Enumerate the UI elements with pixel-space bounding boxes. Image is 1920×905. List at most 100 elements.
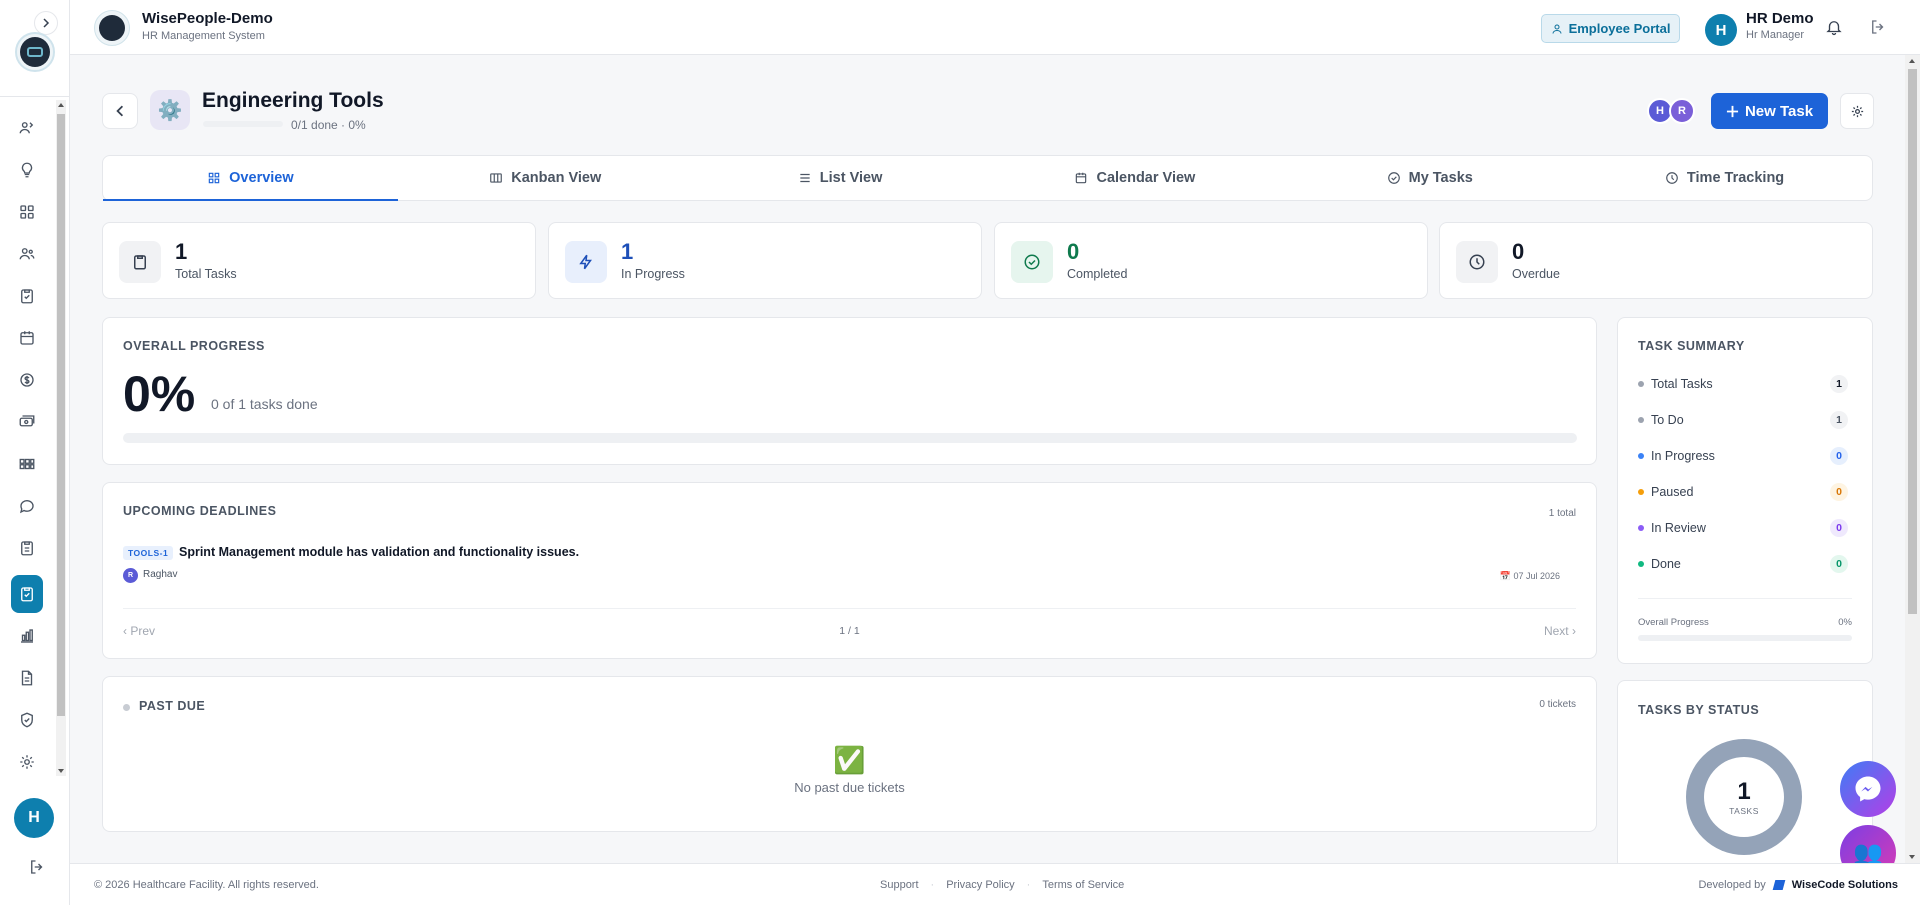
brand-logo[interactable] <box>94 10 130 46</box>
footer-copyright: © 2026 Healthcare Facility. All rights r… <box>94 879 319 891</box>
lightning-icon <box>565 241 607 283</box>
sidebar-item-ideas[interactable] <box>14 157 40 183</box>
sidebar-item-tasks[interactable] <box>11 575 43 613</box>
summary-label: Done <box>1651 557 1681 571</box>
footer-link-terms[interactable]: Terms of Service <box>1042 879 1124 891</box>
clipboard-icon <box>21 541 33 556</box>
tab-my-tasks[interactable]: My Tasks <box>1282 156 1577 200</box>
sidebar-item-analytics[interactable] <box>14 623 40 649</box>
user-name[interactable]: HR Demo <box>1746 10 1814 27</box>
sidebar-item-organization[interactable] <box>14 451 40 477</box>
task-summary-card: TASK SUMMARY Total Tasks 1 To Do 1 In Pr… <box>1617 317 1873 664</box>
sidebar-item-attendance[interactable] <box>14 283 40 309</box>
donut-total: 1 <box>1737 778 1751 805</box>
status-dot <box>1638 561 1644 567</box>
tab-calendar-view[interactable]: Calendar View <box>987 156 1282 200</box>
sidebar-logo[interactable] <box>15 32 55 72</box>
settings-icon <box>20 755 34 769</box>
tab-label: Overview <box>229 170 294 186</box>
upcoming-deadlines-card: UPCOMING DEADLINES 1 total TOOLS-1 Sprin… <box>102 482 1597 659</box>
sidebar-item-reports[interactable] <box>14 535 40 561</box>
sidebar-item-documents[interactable] <box>14 665 40 691</box>
tab-label: List View <box>819 170 883 186</box>
summary-progress-value: 0% <box>1838 617 1852 628</box>
project-settings-button[interactable] <box>1840 93 1874 129</box>
tab-label: Calendar View <box>1096 170 1196 186</box>
status-dot <box>1638 381 1644 387</box>
tab-label: Time Tracking <box>1686 170 1785 186</box>
sidebar: H <box>0 0 70 905</box>
sidebar-item-dashboard[interactable] <box>14 199 40 225</box>
stat-card-completed: 0 Completed <box>994 222 1428 299</box>
list-icon <box>800 173 810 183</box>
status-dot <box>1638 489 1644 495</box>
tab-time-tracking[interactable]: Time Tracking <box>1577 156 1872 200</box>
summary-row: Total Tasks 1 <box>1638 373 1848 395</box>
chevron-left-icon <box>116 105 124 117</box>
overall-progress-bar <box>123 433 1577 443</box>
pagination-next-button[interactable]: Next › <box>1544 624 1576 638</box>
sidebar-logout-button[interactable] <box>28 858 48 878</box>
sidebar-item-calendar[interactable] <box>14 325 40 351</box>
summary-count: 0 <box>1830 447 1848 465</box>
main-scrollbar[interactable] <box>1905 55 1920 863</box>
overall-progress-card: OVERALL PROGRESS 0% 0 of 1 tasks done <box>102 317 1597 465</box>
tab-label: My Tasks <box>1408 170 1473 186</box>
stat-value: 1 <box>621 239 634 264</box>
settings-icon <box>1851 105 1863 117</box>
sign-out-button[interactable] <box>1869 18 1887 36</box>
sidebar-item-employees[interactable] <box>14 241 40 267</box>
project-progress-bar <box>203 121 283 127</box>
footer-link-privacy[interactable]: Privacy Policy <box>946 879 1014 891</box>
tab-kanban-view[interactable]: Kanban View <box>398 156 693 200</box>
new-task-button[interactable]: New Task <box>1711 93 1828 129</box>
footer-link-support[interactable]: Support <box>880 879 919 891</box>
back-button[interactable] <box>102 93 138 129</box>
kanban-icon <box>490 173 503 183</box>
shield-icon <box>21 712 33 728</box>
user-avatar[interactable]: H <box>1705 14 1737 46</box>
stat-card-overdue: 0 Overdue <box>1439 222 1873 299</box>
tab-overview[interactable]: Overview <box>103 156 398 201</box>
project-progress-text: 0/1 done · 0% <box>291 118 366 132</box>
chevron-right-icon <box>43 18 50 28</box>
summary-row: Paused 0 <box>1638 481 1848 503</box>
sidebar-item-expenses[interactable] <box>14 409 40 435</box>
sidebar-user-avatar[interactable]: H <box>14 798 54 838</box>
ticket-title[interactable]: Sprint Management module has validation … <box>179 545 579 559</box>
bell-icon <box>1826 21 1842 36</box>
summary-row: In Progress 0 <box>1638 445 1848 467</box>
sidebar-divider <box>0 96 70 97</box>
overall-progress-percent: 0% <box>123 366 196 422</box>
overall-progress-subtext: 0 of 1 tasks done <box>211 396 318 412</box>
user-icon <box>1552 24 1562 34</box>
sidebar-item-security[interactable] <box>14 707 40 733</box>
ticket-key-badge[interactable]: TOOLS-1 <box>123 546 174 560</box>
tab-label: Kanban View <box>511 170 602 186</box>
status-dot <box>1638 525 1644 531</box>
tab-list-view[interactable]: List View <box>693 156 988 200</box>
sidebar-scrollbar[interactable] <box>56 100 66 776</box>
sidebar-item-settings[interactable] <box>14 749 40 775</box>
calendar-icon <box>20 331 34 345</box>
employee-portal-button[interactable]: Employee Portal <box>1541 14 1680 43</box>
member-avatar[interactable]: R <box>1669 98 1695 124</box>
notifications-button[interactable] <box>1825 18 1843 36</box>
tasks-by-status-card: TASKS BY STATUS 1 TASKS <box>1617 680 1873 870</box>
messenger-chat-button[interactable] <box>1840 761 1896 817</box>
card-heading: UPCOMING DEADLINES <box>123 504 277 518</box>
chat-icon <box>19 500 34 514</box>
sidebar-item-payroll[interactable] <box>14 367 40 393</box>
divider <box>1638 598 1852 599</box>
developer-name[interactable]: WiseCode Solutions <box>1792 879 1898 891</box>
stat-value: 0 <box>1067 239 1080 264</box>
summary-label: In Progress <box>1651 449 1715 463</box>
card-heading: OVERALL PROGRESS <box>123 339 265 353</box>
dollar-icon <box>20 373 34 387</box>
sidebar-item-users-switch[interactable] <box>14 115 40 141</box>
summary-label: To Do <box>1651 413 1684 427</box>
sidebar-item-messages[interactable] <box>14 493 40 519</box>
donut-caption: TASKS <box>1729 806 1759 816</box>
clipboard-check-icon <box>21 289 33 304</box>
check-mark-icon: ✅ <box>833 745 866 775</box>
